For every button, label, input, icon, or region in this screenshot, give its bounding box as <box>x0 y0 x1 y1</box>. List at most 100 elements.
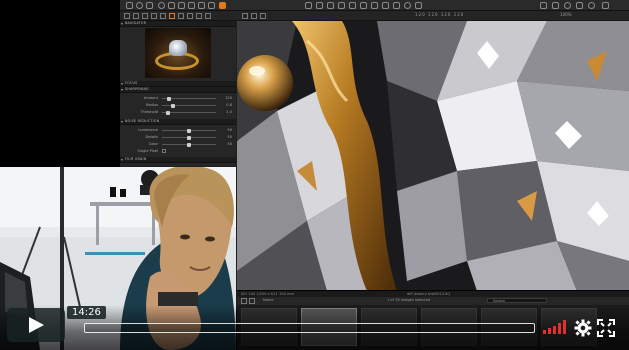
tab-output-icon[interactable] <box>196 13 202 19</box>
grid-view-icon[interactable] <box>540 2 547 9</box>
undo-icon[interactable] <box>198 2 205 9</box>
noise-reduction-header[interactable]: NOISE REDUCTION <box>120 119 236 125</box>
grid-icon[interactable] <box>241 298 247 304</box>
single-pixel-checkbox[interactable] <box>162 149 166 153</box>
tab-capture-icon[interactable] <box>133 13 139 19</box>
slider-knob[interactable] <box>166 110 170 115</box>
film-grain-title: FILM GRAIN <box>125 157 147 161</box>
details-slider[interactable]: Details 50 <box>120 134 236 141</box>
viewer-single-icon[interactable] <box>242 13 248 19</box>
navigator-thumbnail[interactable] <box>145 28 211 78</box>
volume-icon[interactable] <box>543 320 567 334</box>
play-icon <box>29 317 44 333</box>
volume-bar <box>558 323 561 334</box>
sharpening-title: SHARPENING <box>125 87 149 91</box>
noise-reduction-title: NOISE REDUCTION <box>125 119 160 123</box>
collapse-triangle-icon <box>121 120 123 123</box>
navigator-title: NAVIGATOR <box>125 21 147 25</box>
help-icon[interactable] <box>588 2 595 9</box>
volume-bar <box>543 330 546 334</box>
ring-stone-shape <box>169 40 187 56</box>
sharpening-amount-slider[interactable]: Amount 120 <box>120 95 236 102</box>
eraser-tool-icon[interactable] <box>393 2 400 9</box>
camera-icon[interactable] <box>136 2 143 9</box>
exif-readout: ISO 100 1/200 s f/11 100 mm <box>241 291 295 296</box>
viewer-status-bar: ISO 100 1/200 s f/11 100 mm diff jewelry… <box>237 290 629 297</box>
filmstrip-toolbar: Name 1 of 78 images selected Search <box>237 297 629 305</box>
straighten-tool-icon[interactable] <box>327 2 334 9</box>
color-icon[interactable] <box>188 2 195 9</box>
single-pixel-label: Single Pixel <box>137 148 158 153</box>
single-pixel-row: Single Pixel <box>120 148 236 155</box>
picker-tool-icon[interactable] <box>371 2 378 9</box>
slider-label: Threshold <box>140 109 158 114</box>
brush-tool-icon[interactable] <box>382 2 389 9</box>
focus-title: FOCUS <box>125 81 138 85</box>
process-icon[interactable] <box>219 2 226 9</box>
slider-value[interactable]: 1.0 <box>220 110 232 114</box>
tab-batch-icon[interactable] <box>205 13 211 19</box>
tab-details-icon[interactable] <box>169 13 175 19</box>
collapse-triangle-icon <box>121 88 123 91</box>
viewer-grid-icon[interactable] <box>251 13 257 19</box>
slider-knob[interactable] <box>187 142 191 147</box>
slider-label: Details <box>145 134 158 139</box>
tab-color-icon[interactable] <box>151 13 157 19</box>
settings-gear-icon[interactable] <box>574 319 592 337</box>
slider-value[interactable]: 0.8 <box>220 103 232 107</box>
proof-icon[interactable] <box>564 2 571 9</box>
pan-tool-icon[interactable] <box>338 2 345 9</box>
slider-value[interactable]: 50 <box>220 135 232 139</box>
slider-value[interactable]: 50 <box>220 142 232 146</box>
viewer-multi-icon[interactable] <box>260 13 266 19</box>
play-button[interactable] <box>7 308 65 342</box>
image-viewer[interactable] <box>237 21 629 291</box>
slider-label: Amount <box>143 95 158 100</box>
hand-tool-icon[interactable] <box>360 2 367 9</box>
slider-knob[interactable] <box>187 135 191 140</box>
exposure-warning-icon[interactable] <box>576 2 583 9</box>
progress-bar[interactable] <box>84 323 535 333</box>
gradient-tool-icon[interactable] <box>404 2 411 9</box>
navigator-header[interactable]: NAVIGATOR <box>120 21 236 27</box>
tab-metadata-icon[interactable] <box>187 13 193 19</box>
tab-library-icon[interactable] <box>124 13 130 19</box>
list-icon[interactable] <box>249 298 255 304</box>
zoom-tool-icon[interactable] <box>349 2 356 9</box>
import-icon[interactable] <box>126 2 133 9</box>
sharpening-radius-slider[interactable]: Radius 0.8 <box>120 102 236 109</box>
tab-adjustments-icon[interactable] <box>178 13 184 19</box>
slider-track[interactable] <box>162 112 216 113</box>
tab-lens-icon[interactable] <box>142 13 148 19</box>
collapse-triangle-icon <box>121 22 123 25</box>
heal-tool-icon[interactable] <box>415 2 422 9</box>
slider-knob[interactable] <box>187 128 191 133</box>
tool-panel: NAVIGATOR FOCUS SHARPENING Amount 120 Ra… <box>120 21 236 166</box>
sharpening-header[interactable]: SHARPENING <box>120 87 236 93</box>
info-icon[interactable] <box>158 2 165 9</box>
slider-label: Radius <box>145 102 158 107</box>
luminance-slider[interactable]: Luminance 50 <box>120 127 236 134</box>
fullscreen-icon[interactable] <box>597 319 615 337</box>
library-icon[interactable] <box>168 2 175 9</box>
collapse-triangle-icon <box>121 158 123 161</box>
slider-knob[interactable] <box>171 103 175 108</box>
slider-value[interactable]: 120 <box>220 96 232 100</box>
zoom-percent[interactable]: 100% <box>560 12 571 17</box>
slider-knob[interactable] <box>167 96 171 101</box>
color-slider[interactable]: Color 50 <box>120 141 236 148</box>
sharpening-threshold-slider[interactable]: Threshold 1.0 <box>120 109 236 116</box>
collapse-triangle-icon <box>121 82 123 85</box>
export-icon[interactable] <box>146 2 153 9</box>
crop-tool-icon[interactable] <box>316 2 323 9</box>
settings-icon[interactable] <box>602 2 609 9</box>
cursor-tool-icon[interactable] <box>305 2 312 9</box>
slider-value[interactable]: 50 <box>220 128 232 132</box>
redo-icon[interactable] <box>208 2 215 9</box>
compare-icon[interactable] <box>552 2 559 9</box>
film-grain-header[interactable]: FILM GRAIN <box>120 157 236 163</box>
tab-exposure-icon[interactable] <box>160 13 166 19</box>
lens-icon[interactable] <box>178 2 185 9</box>
filename-label: diff jewelry test0013.IIQ <box>407 291 451 296</box>
sort-label[interactable]: Name <box>263 298 274 302</box>
